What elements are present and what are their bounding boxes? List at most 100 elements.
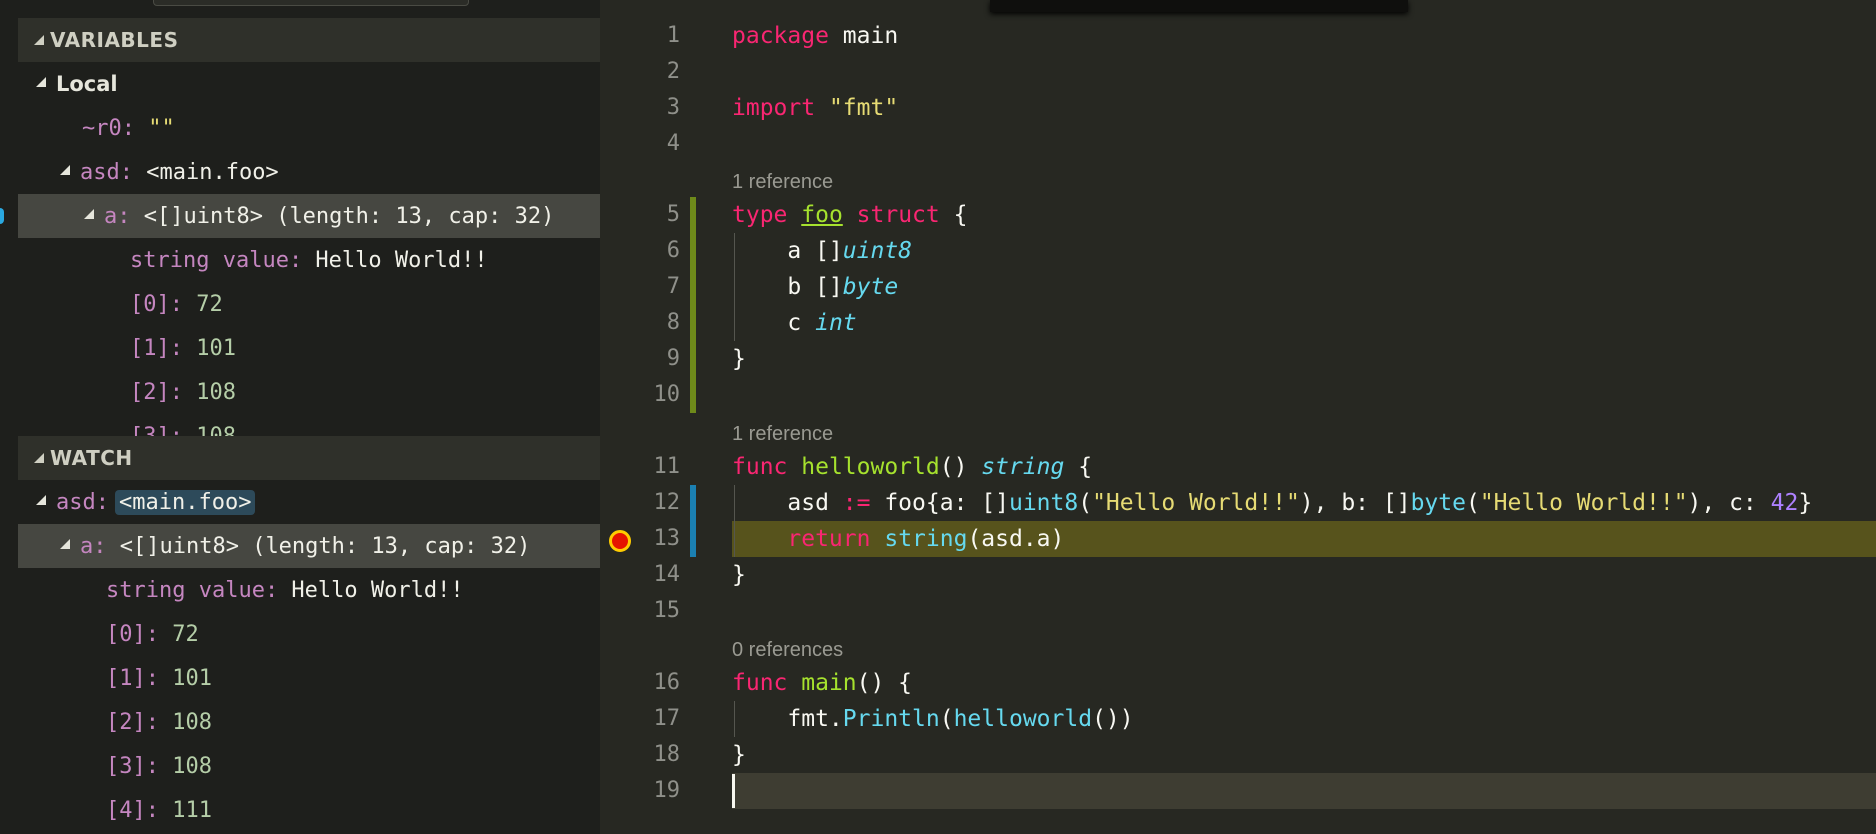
chevron-down-icon bbox=[34, 453, 44, 463]
variable-value: <[]uint8> (length: 13, cap: 32) bbox=[130, 203, 555, 229]
debug-config-select[interactable] bbox=[153, 0, 469, 6]
watch-title: WATCH bbox=[50, 446, 133, 470]
code-line[interactable]: } bbox=[732, 557, 746, 593]
token: main bbox=[801, 670, 857, 696]
token: ( bbox=[1465, 490, 1480, 516]
token: return bbox=[787, 526, 871, 552]
find-widget bbox=[990, 0, 1408, 12]
token: } bbox=[1798, 490, 1813, 516]
code-line[interactable]: } bbox=[732, 341, 746, 377]
variable-name: string value: bbox=[106, 577, 279, 603]
tree-row-watch-asd[interactable]: asd: <main.foo> bbox=[18, 480, 600, 524]
line-number: 18 bbox=[653, 742, 681, 767]
variable-value: Hello World!! bbox=[278, 577, 464, 603]
chevron-down-icon bbox=[84, 209, 94, 219]
tree-row-item[interactable]: [0]: 72 bbox=[18, 282, 600, 326]
tree-row-local-scope[interactable]: Local bbox=[18, 62, 600, 106]
tree-row-item[interactable]: [3]: 108 bbox=[18, 414, 600, 437]
variable-name: asd: bbox=[80, 159, 133, 185]
line-number: 11 bbox=[653, 454, 681, 479]
variable-name: [3]: bbox=[130, 423, 183, 437]
token: uint8 bbox=[842, 238, 913, 264]
code-line[interactable]: import "fmt" bbox=[732, 90, 898, 126]
git-modified-bar bbox=[690, 197, 696, 413]
line-number: 3 bbox=[666, 95, 680, 120]
tree-row-string-value[interactable]: string value: Hello World!! bbox=[18, 238, 600, 282]
tree-row-item[interactable]: [1]: 101 bbox=[18, 326, 600, 370]
variable-value: 101 bbox=[158, 665, 212, 691]
variables-tree: Local ~r0: "" asd: <main.foo> a: <[]uint… bbox=[18, 62, 600, 436]
chevron-down-icon bbox=[60, 165, 70, 175]
line-number: 14 bbox=[653, 562, 681, 587]
tree-row-r0[interactable]: ~r0: "" bbox=[18, 106, 600, 150]
git-added-bar bbox=[690, 485, 696, 557]
variable-name: [3]: bbox=[106, 753, 159, 779]
tree-row-watch-a[interactable]: a: <[]uint8> (length: 13, cap: 32) bbox=[18, 524, 600, 568]
variable-value: "" bbox=[134, 115, 175, 141]
tree-row-a[interactable]: a: <[]uint8> (length: 13, cap: 32) bbox=[18, 194, 600, 238]
variable-name: [4]: bbox=[106, 797, 159, 823]
watch-tree: asd: <main.foo> a: <[]uint8> (length: 13,… bbox=[18, 480, 600, 834]
tree-row-item[interactable]: [0]: 72 bbox=[18, 612, 600, 656]
code-line[interactable]: func main() { bbox=[732, 665, 912, 701]
token: fmt. bbox=[732, 706, 843, 732]
variable-name: [1]: bbox=[130, 335, 183, 361]
code-line[interactable]: } bbox=[732, 737, 746, 773]
token: byte bbox=[842, 274, 899, 300]
token: } bbox=[732, 742, 746, 768]
line-number: 12 bbox=[653, 490, 681, 515]
code-line[interactable]: a []uint8 bbox=[732, 233, 912, 269]
code-lens-references[interactable]: 1 reference bbox=[732, 421, 833, 447]
token: ( bbox=[939, 706, 954, 732]
tree-row-item[interactable]: [3]: 108 bbox=[18, 744, 600, 788]
line-number: 4 bbox=[666, 131, 680, 156]
cursor-line-highlight bbox=[732, 773, 1876, 809]
variables-title: VARIABLES bbox=[50, 28, 179, 52]
scope-label: Local bbox=[56, 72, 118, 96]
code-line[interactable]: func helloworld() string { bbox=[732, 449, 1092, 485]
code-editor[interactable]: 1 2 3 4 5 6 7 8 9 10 11 12 13 14 15 16 1… bbox=[600, 0, 1876, 834]
line-number: 15 bbox=[653, 598, 681, 623]
code-line[interactable]: return string(asd.a) bbox=[732, 521, 1064, 557]
code-line[interactable]: asd := foo{a: []uint8("Hello World!!"), … bbox=[732, 485, 1812, 521]
token: Println bbox=[842, 706, 940, 732]
token: { bbox=[1064, 454, 1093, 480]
variables-section-header[interactable]: VARIABLES bbox=[18, 18, 600, 62]
token: struct bbox=[856, 202, 940, 228]
activity-strip bbox=[0, 0, 18, 834]
code-line[interactable]: fmt.Println(helloworld()) bbox=[732, 701, 1133, 737]
token: b [] bbox=[732, 274, 843, 300]
variable-name: ~r0: bbox=[82, 115, 135, 141]
scroll-indicator bbox=[0, 208, 4, 224]
code-line[interactable]: c int bbox=[732, 305, 857, 341]
line-number: 19 bbox=[653, 778, 681, 803]
variable-value: <main.foo> bbox=[114, 489, 256, 515]
code-lens-references[interactable]: 1 reference bbox=[732, 169, 833, 195]
token: "Hello World!!" bbox=[1092, 490, 1300, 516]
code-line[interactable]: package main bbox=[732, 18, 898, 54]
token: := bbox=[842, 490, 871, 516]
variable-value: <main.foo> bbox=[132, 159, 279, 185]
watch-section-header[interactable]: WATCH bbox=[18, 436, 600, 480]
variable-value: <[]uint8> (length: 13, cap: 32) bbox=[106, 533, 531, 559]
tree-row-item[interactable]: [2]: 108 bbox=[18, 700, 600, 744]
code-line[interactable]: type foo struct { bbox=[732, 197, 967, 233]
debug-sidebar: VARIABLES Local ~r0: "" asd: <main.foo> … bbox=[0, 0, 600, 834]
tree-row-item[interactable]: [1]: 101 bbox=[18, 656, 600, 700]
tree-row-asd[interactable]: asd: <main.foo> bbox=[18, 150, 600, 194]
line-number: 13 bbox=[653, 526, 681, 551]
token: ( bbox=[1078, 490, 1093, 516]
code-lens-references[interactable]: 0 references bbox=[732, 637, 843, 663]
code-line[interactable]: b []byte bbox=[732, 269, 898, 305]
line-number: 9 bbox=[666, 346, 680, 371]
tree-row-item[interactable]: [4]: 111 bbox=[18, 788, 600, 832]
variable-name: [2]: bbox=[106, 709, 159, 735]
tree-row-item[interactable]: [2]: 108 bbox=[18, 370, 600, 414]
token: int bbox=[815, 310, 857, 336]
tree-row-watch-string-value[interactable]: string value: Hello World!! bbox=[18, 568, 600, 612]
chevron-down-icon bbox=[34, 35, 44, 45]
